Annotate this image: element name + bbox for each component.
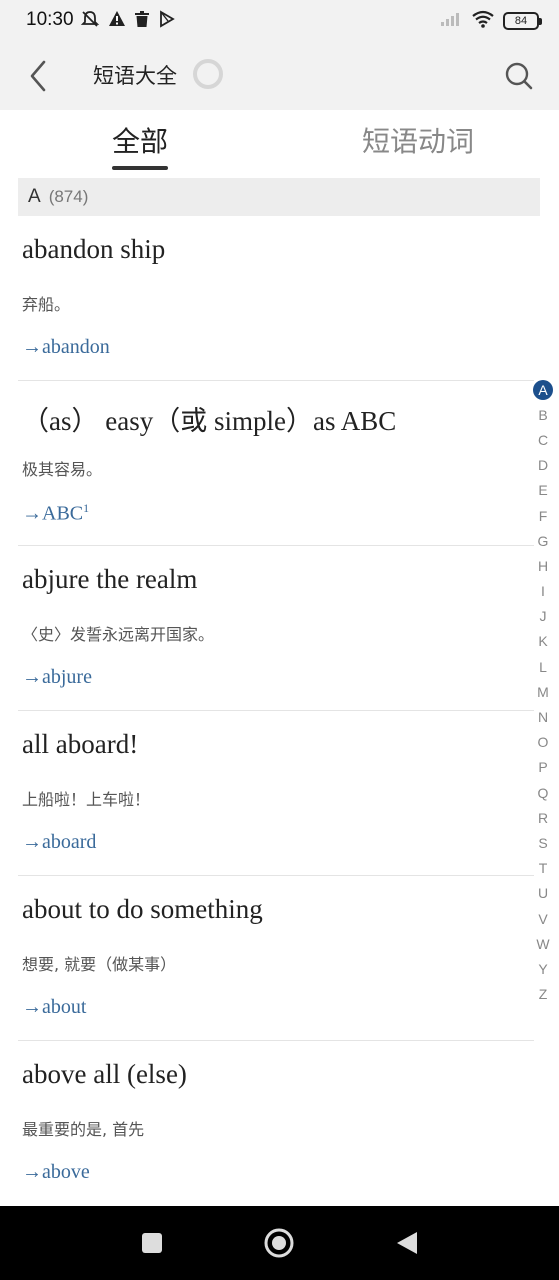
system-nav-bar [0,1206,559,1280]
signal-icon [439,11,463,31]
alphabet-index-letter[interactable]: W [532,931,554,956]
alphabet-index-letter[interactable]: O [532,730,554,755]
entry-headword-link[interactable]: →about [22,996,86,1019]
bell-off-icon [80,9,100,33]
home-button[interactable] [262,1226,296,1260]
alphabet-index-letter[interactable]: Q [532,780,554,805]
section-header: A (874) [18,178,540,216]
home-circle-icon [264,1228,294,1258]
loading-spinner-icon [193,59,223,89]
alphabet-index-letter[interactable]: U [532,881,554,906]
play-store-icon [158,10,176,32]
entry-definition: 想要, 就要（做某事） [22,955,177,974]
alphabet-index-letter[interactable]: C [532,427,554,452]
entry-phrase: all aboard! [22,729,139,759]
alphabet-index-letter[interactable]: D [532,453,554,478]
alphabet-index-letter[interactable]: S [532,830,554,855]
alphabet-index-letter[interactable]: V [532,906,554,931]
app-header: 短语大全 [0,42,559,110]
back-nav-button[interactable] [390,1226,424,1260]
entry-definition: 最重要的是, 首先 [22,1120,145,1139]
alphabet-index-letter[interactable]: H [532,553,554,578]
alphabet-index-letter[interactable]: G [532,528,554,553]
warning-icon [108,10,126,32]
section-count: (874) [48,187,89,206]
status-time: 10:30 [26,9,74,30]
square-icon [142,1233,162,1253]
trash-icon [134,10,150,32]
alphabet-index-letter[interactable]: T [532,856,554,881]
entry-definition: 极其容易。 [22,460,103,479]
active-tab-indicator [112,166,168,170]
list-item[interactable]: （as） easy（或 simple）as ABC 极其容易。 →ABC1 [18,381,534,546]
section-letter: A [28,186,41,207]
status-icons-left [80,9,176,33]
alphabet-index-letter[interactable]: R [532,805,554,830]
back-button[interactable] [20,56,56,96]
alphabet-index-letter[interactable]: P [532,755,554,780]
alphabet-index-letter[interactable]: B [532,402,554,427]
tab-phrasal-verbs[interactable]: 短语动词 [362,120,474,160]
search-button[interactable] [499,56,539,96]
entry-definition: 上船啦！上车啦！ [22,790,151,809]
alphabet-index-letter[interactable]: N [532,704,554,729]
alphabet-index-letter[interactable]: A [532,377,554,402]
list-item[interactable]: above all (else) 最重要的是, 首先 →above [18,1041,534,1206]
alphabet-index-letter[interactable]: Y [532,956,554,981]
entry-headword-link[interactable]: →abandon [22,336,110,359]
alphabet-index-letter[interactable]: Z [532,982,554,1007]
alphabet-index-letter[interactable]: L [532,654,554,679]
alphabet-index-letter[interactable]: J [532,604,554,629]
list-item[interactable]: abandon ship 弃船。 →abandon [18,216,534,381]
list-item[interactable]: abjure the realm 〈史〉发誓永远离开国家。 →abjure [18,546,534,711]
alphabet-index-letter[interactable]: I [532,579,554,604]
phrase-list[interactable]: A (874) abandon ship 弃船。 →abandon （as） e… [0,172,559,1206]
page-title: 短语大全 [93,64,177,88]
alphabet-index-letter[interactable]: M [532,679,554,704]
tab-all[interactable]: 全部 [112,120,168,160]
wifi-icon [471,10,495,32]
entry-definition: 弃船。 [22,295,71,314]
tab-bar: 全部 短语动词 [0,110,559,172]
entry-headword-link[interactable]: →aboard [22,831,96,854]
status-icons-right: 84 [439,10,542,32]
search-icon [505,62,533,90]
list-item[interactable]: about to do something 想要, 就要（做某事） →about [18,876,534,1041]
entry-phrase: abandon ship [22,234,166,264]
list-item[interactable]: all aboard! 上船啦！上车啦！ →aboard [18,711,534,876]
entry-headword-link[interactable]: →ABC1 [22,501,89,526]
status-bar: 10:30 84 [0,0,559,42]
alphabet-index[interactable]: ABCDEFGHIJKLMNOPQRSTUVWYZ [532,377,554,1007]
alphabet-index-letter[interactable]: E [532,478,554,503]
back-arrow-icon [30,60,46,92]
recents-button[interactable] [135,1226,169,1260]
entry-definition: 〈史〉发誓永远离开国家。 [22,625,215,644]
battery-icon: 84 [503,12,542,30]
alphabet-index-letter[interactable]: F [532,503,554,528]
entry-headword-link[interactable]: →abjure [22,666,92,689]
entry-phrase: （as） easy（或 simple）as ABC [22,406,397,436]
triangle-back-icon [397,1232,417,1254]
entry-phrase: above all (else) [22,1059,187,1089]
entry-phrase: abjure the realm [22,564,198,594]
entry-headword-link[interactable]: →above [22,1161,90,1184]
alphabet-index-letter[interactable]: K [532,629,554,654]
entry-phrase: about to do something [22,894,263,924]
